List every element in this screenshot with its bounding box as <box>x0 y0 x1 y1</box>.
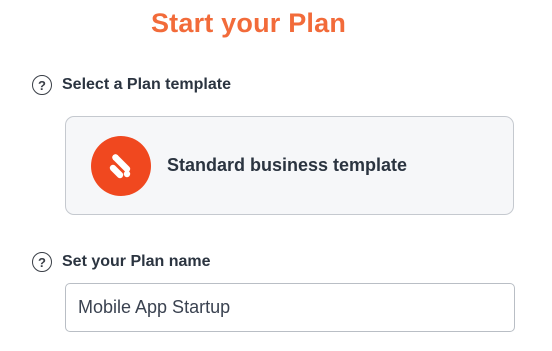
question-circle-icon[interactable]: ? <box>32 252 52 272</box>
template-section-label: Select a Plan template <box>62 76 231 93</box>
template-name: Standard business template <box>167 155 408 175</box>
name-section-label: Set your Plan name <box>62 253 211 270</box>
brand-slash-logo-icon <box>91 135 151 196</box>
template-section-header: ? Select a Plan template <box>32 75 231 95</box>
start-plan-page: Start your Plan ? Select a Plan template… <box>0 0 552 351</box>
name-section-header: ? Set your Plan name <box>32 252 211 272</box>
plan-name-input[interactable] <box>65 283 515 332</box>
template-card-standard[interactable]: Standard business template <box>65 116 514 215</box>
page-title: Start your Plan <box>150 8 347 38</box>
question-circle-icon[interactable]: ? <box>32 75 52 95</box>
